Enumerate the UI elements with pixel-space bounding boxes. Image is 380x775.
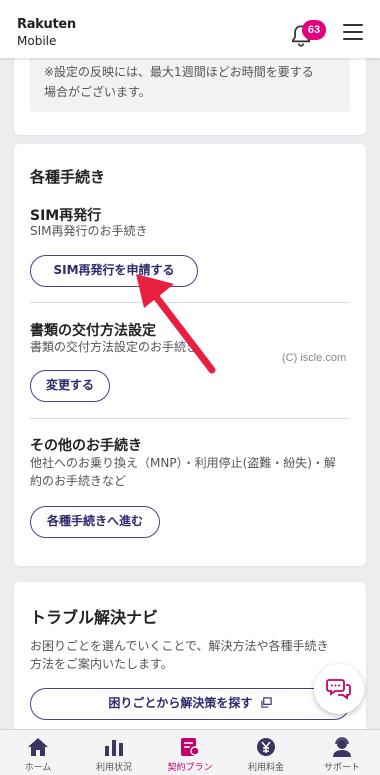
procedures-title: 各種手続き: [30, 168, 106, 186]
notice-box: ※設定の反映には、最大1週間ほどお時間を要する 場合がございます。: [30, 52, 350, 112]
nav-item-fees[interactable]: 利用料金: [228, 730, 304, 775]
nav-item-support[interactable]: サポート: [304, 730, 380, 775]
yen-coin-icon: [257, 738, 275, 756]
trouble-navi-desc-line2: 方法をご案内いたします。: [30, 657, 173, 671]
nav-label-home: ホーム: [24, 763, 52, 773]
hamburger-menu-icon[interactable]: [343, 24, 363, 40]
contract-plan-icon: [181, 738, 200, 756]
other-procedures-title: その他のお手続き: [30, 438, 142, 454]
notice-line2: 場合がございます。: [44, 85, 151, 99]
bar-chart-icon: [105, 740, 123, 756]
trouble-navi-card: トラブル解決ナビ お困りごとを選んでいくことで、解決方法や各種手続き 方法をご案…: [14, 582, 366, 747]
find-solution-label: 困りごとから解決策を探す: [108, 696, 253, 710]
nav-label-contract-plan: 契約プラン: [167, 763, 213, 773]
logo-line1: Rakuten: [17, 17, 76, 32]
other-procedures-desc-line2: 約のお手続きなど: [30, 474, 127, 488]
chat-bubble-icon: [326, 679, 351, 700]
rakuten-mobile-logo[interactable]: Rakuten Mobile: [17, 17, 76, 49]
support-icon: [333, 737, 351, 757]
trouble-navi-title: トラブル解決ナビ: [30, 608, 159, 627]
notice-line1: ※設定の反映には、最大1週間ほどお時間を要する: [44, 65, 314, 79]
watermark: (C) iscle.com: [282, 352, 347, 364]
nav-label-fees: 利用料金: [247, 763, 284, 773]
other-procedures-button[interactable]: 各種手続きへ進む: [30, 506, 160, 538]
sim-reissue-desc: SIM再発行のお手続き: [30, 224, 148, 238]
annotation-arrow-icon: [136, 274, 216, 374]
divider: [30, 418, 350, 419]
change-button[interactable]: 変更する: [30, 370, 110, 402]
nav-label-support: サポート: [323, 763, 360, 773]
bottom-navigation: ホーム 利用状況 契約プラン 利用料金 サポート: [0, 729, 380, 775]
external-window-icon: [260, 697, 272, 708]
nav-item-contract-plan[interactable]: 契約プラン: [152, 730, 228, 775]
trouble-navi-desc-line1: お困りごとを選んでいくことで、解決方法や各種手続き: [30, 639, 329, 653]
home-icon: [28, 738, 48, 756]
notification-badge[interactable]: 63: [302, 20, 326, 40]
chat-support-button[interactable]: [314, 664, 364, 714]
app-header: Rakuten Mobile 63: [0, 0, 380, 58]
nav-label-usage: 利用状況: [95, 763, 132, 773]
find-solution-button[interactable]: 困りごとから解決策を探す: [30, 688, 350, 720]
nav-item-home[interactable]: ホーム: [0, 730, 76, 775]
logo-line2: Mobile: [17, 34, 57, 48]
nav-item-usage[interactable]: 利用状況: [76, 730, 152, 775]
other-procedures-desc-line1: 他社へのお乗り換え（MNP）・利用停止(盗難・紛失)・解: [30, 456, 336, 470]
